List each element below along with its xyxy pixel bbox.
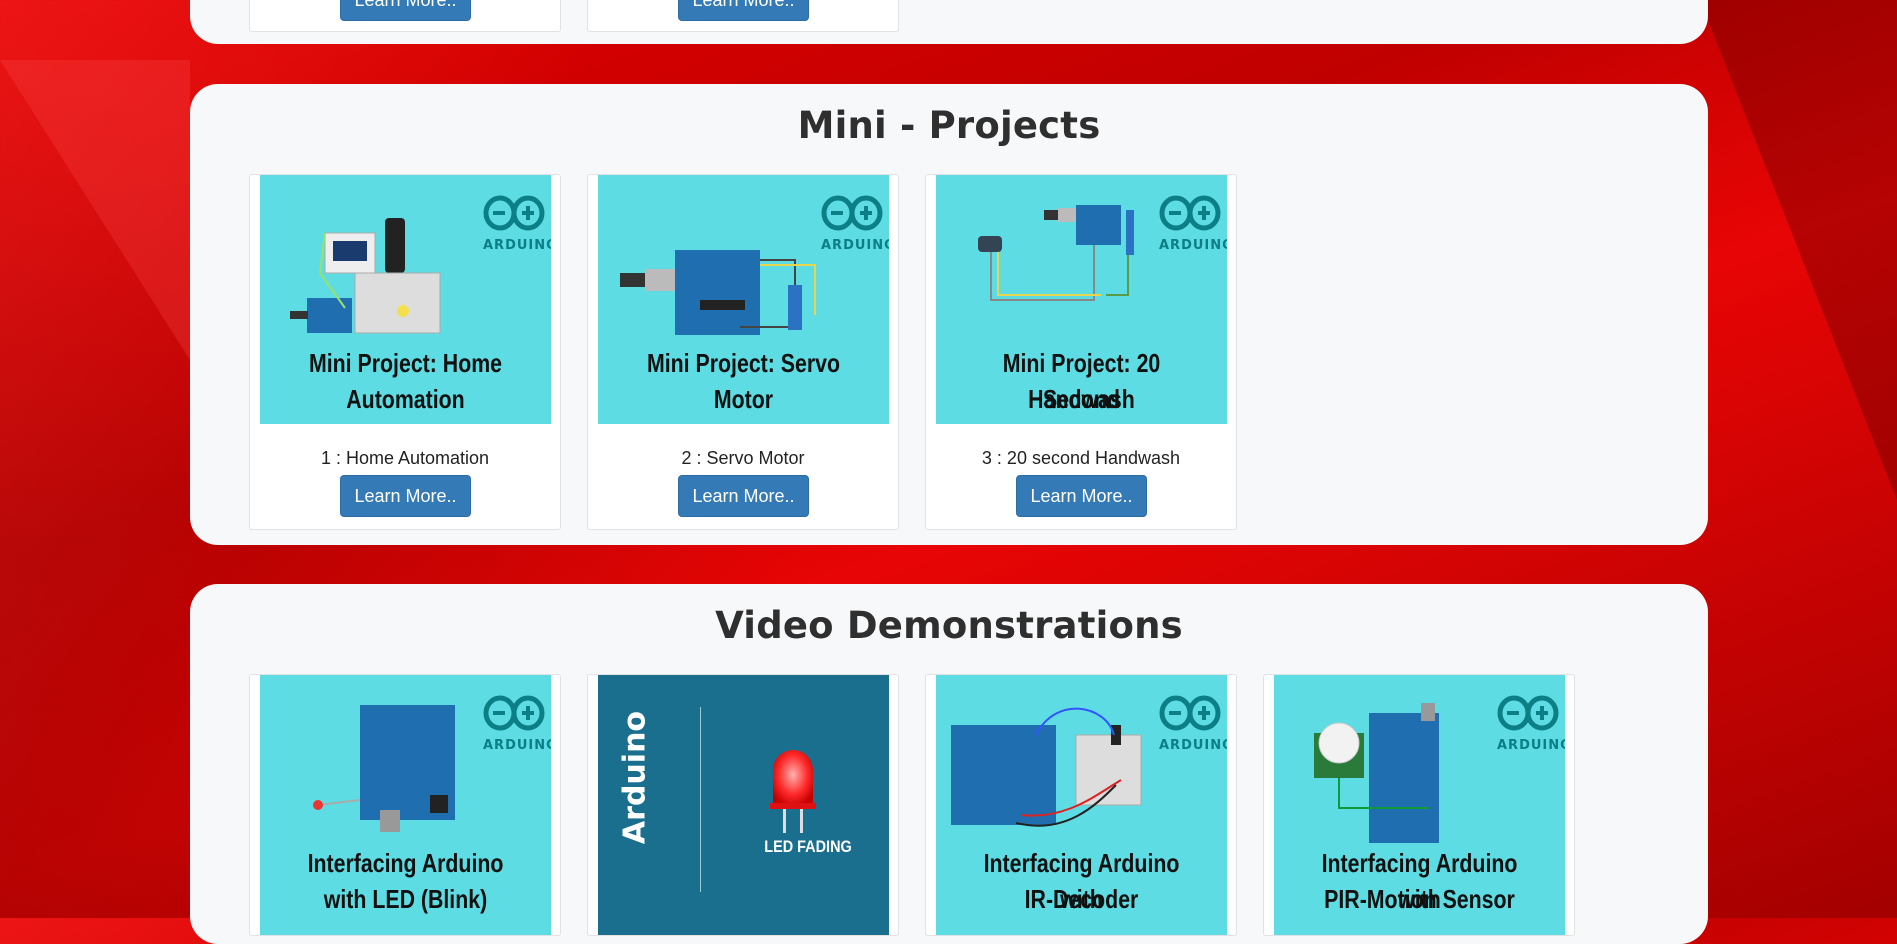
servo-motor-circuit-icon xyxy=(620,250,816,335)
mini-projects-panel: Mini - Projects ARDUINO Mini Project: Ho… xyxy=(190,84,1708,545)
pir-sensor-circuit-icon xyxy=(1314,703,1439,843)
background-facet xyxy=(0,60,190,360)
project-title: 3 : 20 second Handwash xyxy=(981,448,1181,468)
arduino-logo-icon: ARDUINO xyxy=(821,193,889,253)
divider xyxy=(700,707,701,892)
home-automation-circuit-icon xyxy=(290,218,441,334)
thumbnail-caption-line1: Interfacing Arduino xyxy=(307,848,504,878)
thumbnail-caption-line2: with LED (Blink) xyxy=(323,884,488,914)
thumbnail-caption-line2: Handwash xyxy=(1028,384,1135,414)
arduino-logo-text: ARDUINO xyxy=(1497,738,1565,753)
project-title: 2 : Servo Motor xyxy=(681,448,805,468)
project-thumbnail[interactable]: ARDUINO Mini Project: Home Automation xyxy=(260,175,551,424)
thumbnail-caption-line1: Mini Project: Home xyxy=(308,348,503,378)
arduino-logo-text: ARDUINO xyxy=(821,238,889,253)
video-thumbnail[interactable]: ARDUINO Interfacing Arduino with LED (Bl… xyxy=(260,675,551,935)
video-thumbnail[interactable]: ARDUINO Interfacing Arduino with PIR-Mot… xyxy=(1274,675,1565,935)
arduino-logo-icon: ARDUINO xyxy=(483,193,551,253)
video-thumbnail[interactable]: ARDUINO Interfacing Arduino with IR-Deco… xyxy=(936,675,1227,935)
project-card: ARDUINO Mini Project: Servo Motor 2 : Se… xyxy=(587,174,899,530)
ir-decoder-circuit-icon xyxy=(951,707,1142,827)
learn-more-button[interactable]: Learn More.. xyxy=(678,475,809,517)
arduino-logo-text: ARDUINO xyxy=(483,738,551,753)
arduino-logo-icon: ARDUINO xyxy=(1159,693,1227,753)
video-card: Arduino LED FADING xyxy=(587,674,899,936)
project-title: 1 : Home Automation xyxy=(320,448,490,468)
project-card: ARDUINO Mini Project: Home Automation 1 … xyxy=(249,174,561,530)
arduino-logo-icon: ARDUINO xyxy=(483,693,551,753)
background-facet xyxy=(1700,0,1897,500)
learn-more-button[interactable]: Learn More.. xyxy=(340,0,471,21)
led-blink-circuit-icon xyxy=(313,705,455,832)
thumbnail-caption-line2: IR-Decoder xyxy=(1024,884,1139,914)
vertical-brand-text: Arduino xyxy=(617,710,653,845)
thumbnail-caption-line2: Automation xyxy=(346,384,465,414)
project-card: ARDUINO Mini Project: 20 Second Handwash… xyxy=(925,174,1237,530)
section-heading: Video Demonstrations xyxy=(715,604,1183,647)
thumbnail-caption-line1: Mini Project: Servo xyxy=(646,348,841,378)
arduino-logo-icon: ARDUINO xyxy=(1497,693,1565,753)
learn-more-button[interactable]: Learn More.. xyxy=(1016,475,1147,517)
arduino-logo-icon: ARDUINO xyxy=(1159,193,1227,253)
previous-card: Learn More.. xyxy=(249,0,561,32)
video-demonstrations-panel: Video Demonstrations ARDUINO Interfacing… xyxy=(190,584,1708,944)
section-heading: Mini - Projects xyxy=(797,104,1101,147)
red-led-icon xyxy=(770,750,816,833)
project-thumbnail[interactable]: ARDUINO Mini Project: Servo Motor xyxy=(598,175,889,424)
learn-more-button[interactable]: Learn More.. xyxy=(340,475,471,517)
previous-section-panel: Learn More.. Learn More.. xyxy=(190,0,1708,44)
arduino-logo-text: ARDUINO xyxy=(1159,238,1227,253)
learn-more-button[interactable]: Learn More.. xyxy=(678,0,809,21)
thumbnail-caption-line2: Motor xyxy=(713,384,774,414)
led-fading-label: LED FADING xyxy=(764,837,852,856)
project-thumbnail[interactable]: ARDUINO Mini Project: 20 Second Handwash xyxy=(936,175,1227,424)
video-card: ARDUINO Interfacing Arduino with PIR-Mot… xyxy=(1263,674,1575,936)
thumbnail-caption-line2: PIR-Motion Sensor xyxy=(1324,884,1515,914)
arduino-logo-text: ARDUINO xyxy=(1159,738,1227,753)
video-thumbnail[interactable]: Arduino LED FADING xyxy=(598,675,889,935)
video-card: ARDUINO Interfacing Arduino with IR-Deco… xyxy=(925,674,1237,936)
handwash-circuit-icon xyxy=(978,205,1134,301)
arduino-logo-text: ARDUINO xyxy=(483,238,551,253)
video-card: ARDUINO Interfacing Arduino with LED (Bl… xyxy=(249,674,561,936)
previous-card: Learn More.. xyxy=(587,0,899,32)
